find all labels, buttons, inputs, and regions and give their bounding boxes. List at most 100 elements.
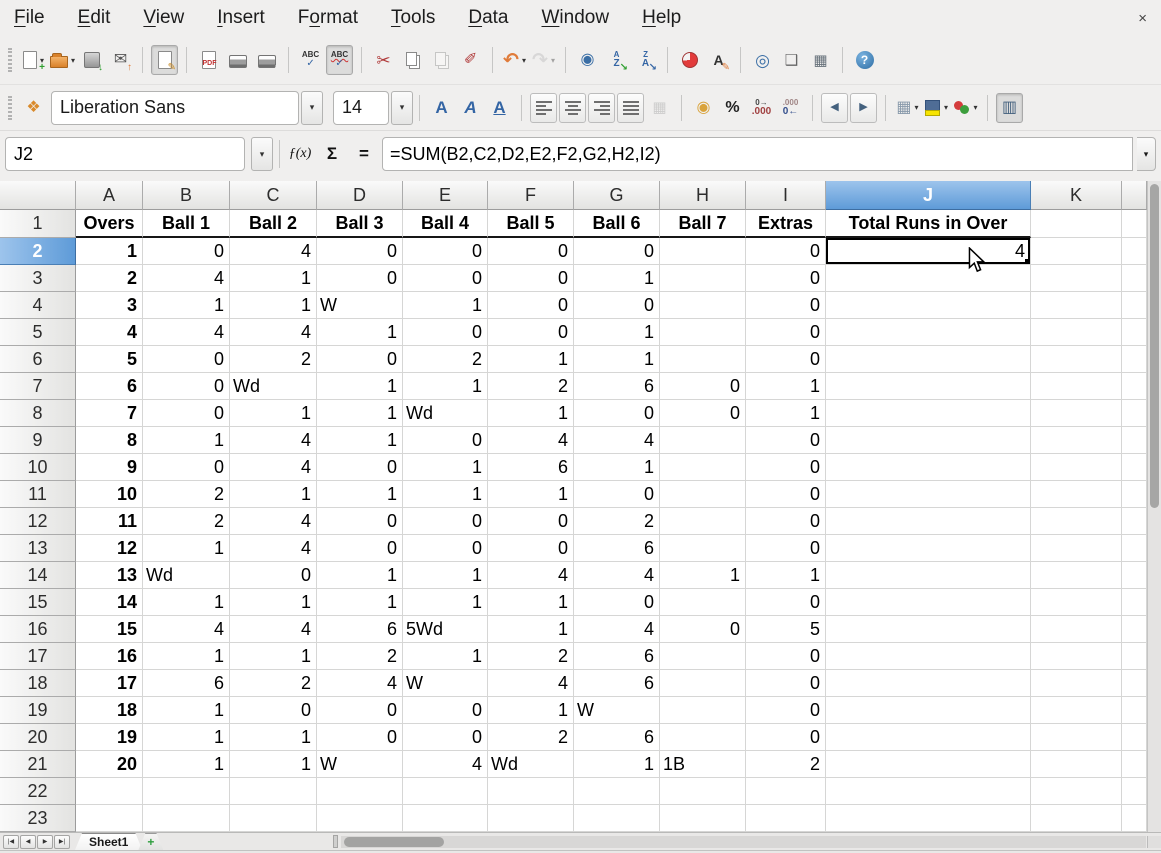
- cell-I23[interactable]: [746, 805, 826, 832]
- formula-input[interactable]: [382, 137, 1133, 171]
- menu-view[interactable]: View: [143, 7, 184, 29]
- cell-E16[interactable]: 5Wd: [403, 616, 488, 643]
- hyperlink-icon[interactable]: ◉: [574, 45, 601, 75]
- cell-K18[interactable]: [1031, 670, 1122, 697]
- cell-H6[interactable]: [660, 346, 746, 373]
- cell-F12[interactable]: 0: [488, 508, 574, 535]
- open-folder-icon-dropdown[interactable]: ▾: [71, 56, 75, 65]
- cell-D20[interactable]: 0: [317, 724, 403, 751]
- cell-A12[interactable]: 11: [76, 508, 143, 535]
- increase-indent-icon[interactable]: ▶: [850, 93, 877, 123]
- cell-G9[interactable]: 4: [574, 427, 660, 454]
- cell-B20[interactable]: 1: [143, 724, 230, 751]
- cell-F13[interactable]: 0: [488, 535, 574, 562]
- row-header-16[interactable]: 16: [0, 616, 76, 643]
- cell-partial4[interactable]: [1122, 292, 1147, 319]
- cell-F21[interactable]: Wd: [488, 751, 574, 778]
- cell-I20[interactable]: 0: [746, 724, 826, 751]
- row-header-17[interactable]: 17: [0, 643, 76, 670]
- menu-help[interactable]: Help: [642, 7, 681, 29]
- cell-K4[interactable]: [1031, 292, 1122, 319]
- font-color-icon[interactable]: ▾: [952, 93, 979, 123]
- fill-handle[interactable]: [1025, 259, 1030, 264]
- cell-F11[interactable]: 1: [488, 481, 574, 508]
- cell-A23[interactable]: [76, 805, 143, 832]
- font-name-dropdown-icon[interactable]: ▾: [301, 91, 323, 125]
- cell-H4[interactable]: [660, 292, 746, 319]
- cell-A2[interactable]: 1: [76, 238, 143, 265]
- cell-B7[interactable]: 0: [143, 373, 230, 400]
- cell-C6[interactable]: 2: [230, 346, 317, 373]
- background-color-icon[interactable]: ▾: [923, 93, 950, 123]
- data-sources-icon[interactable]: ▦: [807, 45, 834, 75]
- cell-K20[interactable]: [1031, 724, 1122, 751]
- cell-G7[interactable]: 6: [574, 373, 660, 400]
- cell-F8[interactable]: 1: [488, 400, 574, 427]
- cell-partial5[interactable]: [1122, 319, 1147, 346]
- cell-E11[interactable]: 1: [403, 481, 488, 508]
- cell-G1[interactable]: Ball 6: [574, 210, 660, 238]
- cell-G16[interactable]: 4: [574, 616, 660, 643]
- column-header-C[interactable]: C: [230, 181, 317, 210]
- cell-B23[interactable]: [143, 805, 230, 832]
- sum-icon[interactable]: Σ: [318, 139, 346, 169]
- cell-partial1[interactable]: [1122, 210, 1147, 238]
- column-header-G[interactable]: G: [574, 181, 660, 210]
- cell-E2[interactable]: 0: [403, 238, 488, 265]
- cell-C3[interactable]: 1: [230, 265, 317, 292]
- cell-I21[interactable]: 2: [746, 751, 826, 778]
- cell-F15[interactable]: 1: [488, 589, 574, 616]
- sheet-tab-sheet1[interactable]: Sheet1: [75, 833, 142, 850]
- cell-H13[interactable]: [660, 535, 746, 562]
- cell-partial7[interactable]: [1122, 373, 1147, 400]
- cell-C1[interactable]: Ball 2: [230, 210, 317, 238]
- row-header-6[interactable]: 6: [0, 346, 76, 373]
- cell-partial19[interactable]: [1122, 697, 1147, 724]
- cell-H2[interactable]: [660, 238, 746, 265]
- cell-F2[interactable]: 0: [488, 238, 574, 265]
- cell-C8[interactable]: 1: [230, 400, 317, 427]
- cell-A18[interactable]: 17: [76, 670, 143, 697]
- cell-G11[interactable]: 0: [574, 481, 660, 508]
- cell-H20[interactable]: [660, 724, 746, 751]
- cell-I12[interactable]: 0: [746, 508, 826, 535]
- cell-partial12[interactable]: [1122, 508, 1147, 535]
- cell-F16[interactable]: 1: [488, 616, 574, 643]
- cell-B2[interactable]: 0: [143, 238, 230, 265]
- cell-G14[interactable]: 4: [574, 562, 660, 589]
- undo-icon-dropdown[interactable]: ▾: [522, 56, 526, 65]
- cell-K11[interactable]: [1031, 481, 1122, 508]
- export-pdf-icon[interactable]: PDF: [195, 45, 222, 75]
- cell-B16[interactable]: 4: [143, 616, 230, 643]
- cell-H11[interactable]: [660, 481, 746, 508]
- cell-partial21[interactable]: [1122, 751, 1147, 778]
- column-header-J[interactable]: J: [826, 181, 1031, 210]
- row-header-15[interactable]: 15: [0, 589, 76, 616]
- cell-E5[interactable]: 0: [403, 319, 488, 346]
- cell-E10[interactable]: 1: [403, 454, 488, 481]
- cell-A8[interactable]: 7: [76, 400, 143, 427]
- cell-E21[interactable]: 4: [403, 751, 488, 778]
- row-header-11[interactable]: 11: [0, 481, 76, 508]
- column-header-F[interactable]: F: [488, 181, 574, 210]
- cell-A21[interactable]: 20: [76, 751, 143, 778]
- equals-icon[interactable]: =: [350, 139, 378, 169]
- edit-file-icon[interactable]: ✎: [151, 45, 178, 75]
- cell-K21[interactable]: [1031, 751, 1122, 778]
- cell-A10[interactable]: 9: [76, 454, 143, 481]
- redo-icon-dropdown[interactable]: ▾: [551, 56, 555, 65]
- sidebar-icon[interactable]: ▥: [996, 93, 1023, 123]
- menu-insert[interactable]: Insert: [217, 7, 265, 29]
- cell-K14[interactable]: [1031, 562, 1122, 589]
- cell-C4[interactable]: 1: [230, 292, 317, 319]
- cell-I22[interactable]: [746, 778, 826, 805]
- cell-H3[interactable]: [660, 265, 746, 292]
- cell-J12[interactable]: [826, 508, 1031, 535]
- cell-C16[interactable]: 4: [230, 616, 317, 643]
- cell-F3[interactable]: 0: [488, 265, 574, 292]
- cell-J10[interactable]: [826, 454, 1031, 481]
- cell-K10[interactable]: [1031, 454, 1122, 481]
- row-header-3[interactable]: 3: [0, 265, 76, 292]
- cell-K1[interactable]: [1031, 210, 1122, 238]
- vertical-scrollbar-thumb[interactable]: [1150, 184, 1159, 508]
